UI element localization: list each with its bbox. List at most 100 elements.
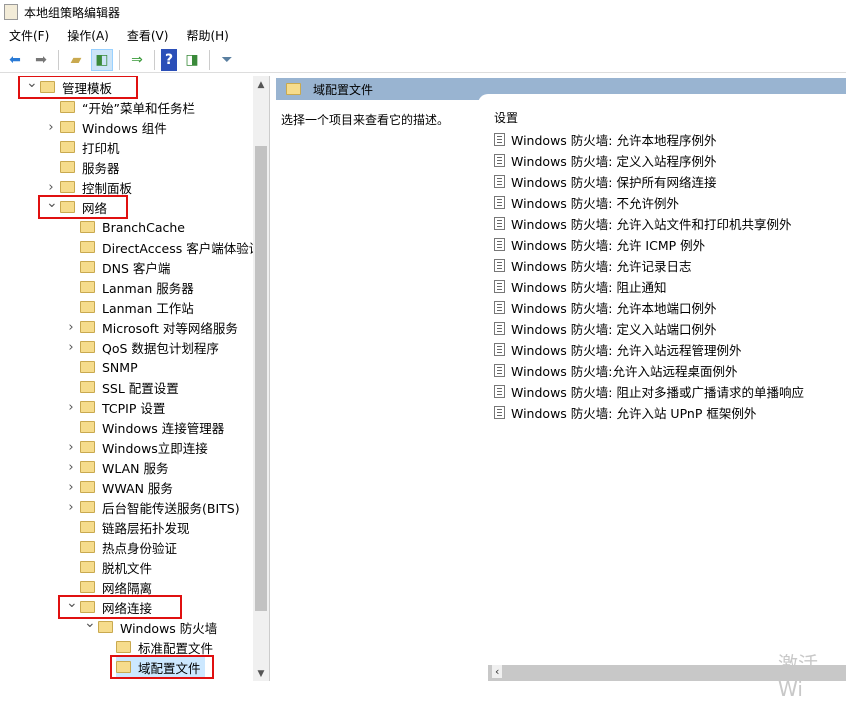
tree-item[interactable]: QoS 数据包计划程序 xyxy=(80,337,223,357)
setting-item[interactable]: Windows 防火墙: 定义入站程序例外 xyxy=(494,150,716,171)
setting-item[interactable]: Windows 防火墙: 允许入站远程管理例外 xyxy=(494,339,741,360)
details-pane: 域配置文件 选择一个项目来查看它的描述。 设置 Windows 防火墙: 允许本… xyxy=(276,76,846,681)
export-list-icon[interactable]: ⇒ xyxy=(126,49,148,71)
filter-icon[interactable]: ⏷ xyxy=(216,49,238,71)
tree-item[interactable]: SSL 配置设置 xyxy=(80,377,183,397)
menu-help[interactable]: 帮助(H) xyxy=(177,27,237,44)
tree-item[interactable]: 后台智能传送服务(BITS) xyxy=(80,497,244,517)
chevron-right-icon[interactable]: › xyxy=(66,460,76,475)
tree-item[interactable]: “开始”菜单和任务栏 xyxy=(60,97,199,117)
policy-setting-icon xyxy=(494,343,505,356)
tree-item[interactable]: 网络隔离 xyxy=(80,577,156,597)
tree-item[interactable]: Windows立即连接 xyxy=(80,437,212,457)
setting-item[interactable]: Windows 防火墙: 允许入站 UPnP 框架例外 xyxy=(494,402,756,423)
folder-icon xyxy=(80,581,95,593)
policy-setting-icon xyxy=(494,259,505,272)
setting-item[interactable]: Windows 防火墙: 阻止对多播或广播请求的单播响应 xyxy=(494,381,804,402)
chevron-down-icon[interactable]: ⌄ xyxy=(84,615,96,631)
highlight-box xyxy=(38,195,128,219)
setting-item[interactable]: Windows 防火墙: 保护所有网络连接 xyxy=(494,171,716,192)
action-pane-icon[interactable]: ◨ xyxy=(181,49,203,71)
tree-item[interactable]: 服务器 xyxy=(60,157,124,177)
setting-item[interactable]: Windows 防火墙: 允许入站文件和打印机共享例外 xyxy=(494,213,791,234)
setting-item[interactable]: Windows 防火墙: 允许 ICMP 例外 xyxy=(494,234,705,255)
folder-icon xyxy=(80,241,95,253)
chevron-right-icon[interactable]: › xyxy=(66,440,76,455)
setting-item[interactable]: Windows 防火墙: 允许本地程序例外 xyxy=(494,129,716,150)
tree-item[interactable]: DNS 客户端 xyxy=(80,257,174,277)
setting-item[interactable]: Windows 防火墙: 允许记录日志 xyxy=(494,255,691,276)
chevron-right-icon[interactable]: › xyxy=(66,500,76,515)
tree-item[interactable]: TCPIP 设置 xyxy=(80,397,169,417)
chevron-right-icon[interactable]: › xyxy=(46,180,56,195)
highlight-box xyxy=(18,76,138,99)
tree-item-label: SNMP xyxy=(102,359,138,375)
tree-item-label: Windows立即连接 xyxy=(102,440,208,456)
tree-item[interactable]: 热点身份验证 xyxy=(80,537,181,557)
tree-item[interactable]: Windows 组件 xyxy=(60,117,171,137)
tree-item-label: Lanman 工作站 xyxy=(102,300,194,316)
tree-item[interactable]: 标准配置文件 xyxy=(116,637,217,657)
tree-item[interactable]: Microsoft 对等网络服务 xyxy=(80,317,242,337)
setting-label: Windows 防火墙:允许入站远程桌面例外 xyxy=(511,364,738,379)
setting-item[interactable]: Windows 防火墙:允许入站远程桌面例外 xyxy=(494,360,737,381)
tree-item[interactable]: 脱机文件 xyxy=(80,557,156,577)
menu-file[interactable]: 文件(F) xyxy=(0,27,58,44)
scroll-thumb[interactable] xyxy=(255,146,267,611)
setting-item[interactable]: Windows 防火墙: 允许本地端口例外 xyxy=(494,297,716,318)
setting-item[interactable]: Windows 防火墙: 阻止通知 xyxy=(494,276,666,297)
policy-setting-icon xyxy=(494,322,505,335)
chevron-right-icon[interactable]: › xyxy=(66,320,76,335)
tree-item-label: WLAN 服务 xyxy=(102,460,169,476)
chevron-right-icon[interactable]: › xyxy=(66,400,76,415)
tree-item[interactable]: Windows 防火墙 xyxy=(98,617,221,637)
description-text: 选择一个项目来查看它的描述。 xyxy=(281,113,450,127)
details-header-title: 域配置文件 xyxy=(313,82,374,97)
tree-item[interactable]: SNMP xyxy=(80,357,142,377)
folder-icon xyxy=(80,541,95,553)
tree-item-label: Windows 防火墙 xyxy=(120,620,218,636)
folder-icon xyxy=(80,461,95,473)
setting-item[interactable]: Windows 防火墙: 不允许例外 xyxy=(494,192,679,213)
scroll-left-icon[interactable]: ‹ xyxy=(492,665,503,678)
column-header-setting[interactable]: 设置 xyxy=(494,109,518,126)
tree-item[interactable]: WLAN 服务 xyxy=(80,457,173,477)
tree-item-label: DNS 客户端 xyxy=(102,260,171,276)
folder-icon xyxy=(80,281,95,293)
folder-icon xyxy=(60,161,75,173)
window-title: 本地组策略编辑器 xyxy=(24,5,121,20)
tree-item-label: 网络隔离 xyxy=(102,580,153,596)
tree-vertical-scrollbar[interactable]: ▲ ▼ xyxy=(253,76,269,681)
menu-view[interactable]: 查看(V) xyxy=(118,27,178,44)
setting-label: Windows 防火墙: 保护所有网络连接 xyxy=(511,175,717,190)
tree-item[interactable]: 链路层拓扑发现 xyxy=(80,517,194,537)
tree-item[interactable]: Windows 连接管理器 xyxy=(80,417,228,437)
separator xyxy=(119,49,120,70)
menu-action[interactable]: 操作(A) xyxy=(58,27,118,44)
highlight-box xyxy=(58,595,182,619)
scroll-up-icon[interactable]: ▲ xyxy=(253,80,269,90)
chevron-right-icon[interactable]: › xyxy=(66,480,76,495)
forward-icon[interactable]: ➡ xyxy=(30,49,52,71)
help-icon[interactable]: ? xyxy=(161,48,177,71)
tree-item[interactable]: BranchCache xyxy=(80,217,189,237)
highlight-box xyxy=(110,655,214,679)
up-folder-icon[interactable]: ▰ xyxy=(65,49,87,71)
scroll-down-icon[interactable]: ▼ xyxy=(253,669,269,679)
show-hide-tree-icon[interactable]: ◧ xyxy=(91,48,113,71)
tree-item[interactable]: Lanman 工作站 xyxy=(80,297,198,317)
folder-icon xyxy=(80,221,95,233)
chevron-right-icon[interactable]: › xyxy=(66,340,76,355)
tree-item-label: 标准配置文件 xyxy=(138,640,214,656)
setting-item[interactable]: Windows 防火墙: 定义入站端口例外 xyxy=(494,318,716,339)
setting-label: Windows 防火墙: 允许记录日志 xyxy=(511,259,692,274)
tree-item[interactable]: Lanman 服务器 xyxy=(80,277,198,297)
folder-icon xyxy=(80,341,95,353)
tree-item[interactable]: DirectAccess 客户端体验设置 xyxy=(80,237,269,257)
tree-item[interactable]: 控制面板 xyxy=(60,177,136,197)
setting-label: Windows 防火墙: 不允许例外 xyxy=(511,196,679,211)
tree-item[interactable]: WWAN 服务 xyxy=(80,477,177,497)
back-icon[interactable]: ⬅ xyxy=(4,49,26,71)
chevron-right-icon[interactable]: › xyxy=(46,120,56,135)
tree-item[interactable]: 打印机 xyxy=(60,137,124,157)
